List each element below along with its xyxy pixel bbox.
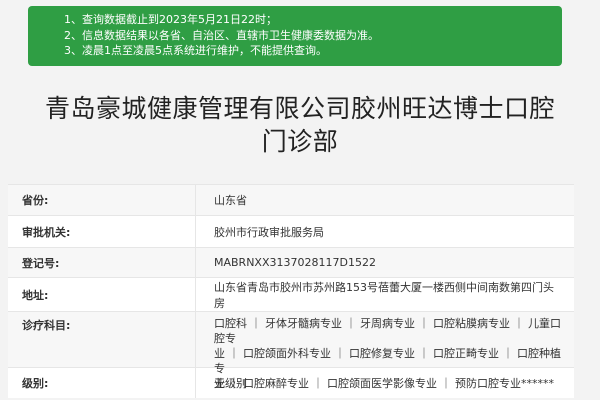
row-label: 地址: bbox=[8, 278, 196, 311]
row-label: 登记号: bbox=[8, 248, 196, 277]
row-value: 胶州市行政审批服务局 bbox=[214, 225, 324, 239]
table-row-approval-authority: 审批机关: 胶州市行政审批服务局 bbox=[8, 215, 574, 247]
notice-banner: 1、查询数据截止到2023年5月21日22时； 2、信息数据结果以各省、自治区、… bbox=[28, 6, 562, 66]
table-row-province: 省份: 山东省 bbox=[8, 184, 574, 215]
row-value: 山东省青岛市胶州市苏州路153号蓓蕾大厦一楼西侧中间南数第四门头房 bbox=[214, 280, 554, 310]
row-value: 无级别 bbox=[214, 377, 247, 390]
departments-line-1: 口腔科 ｜ 牙体牙髓病专业 ｜ 牙周病专业 ｜ 口腔粘膜病专业 ｜ 儿童口腔专 bbox=[214, 317, 561, 345]
row-label: 级别: bbox=[8, 368, 196, 398]
page-title: 青岛豪城健康管理有限公司胶州旺达博士口腔 门诊部 bbox=[0, 92, 600, 158]
notice-line-3: 3、凌晨1点至凌晨5点系统进行维护，不能提供查询。 bbox=[64, 44, 327, 57]
table-row-address: 地址: 山东省青岛市胶州市苏州路153号蓓蕾大厦一楼西侧中间南数第四门头房 bbox=[8, 277, 574, 311]
row-value: 口腔科 ｜ 牙体牙髓病专业 ｜ 牙周病专业 ｜ 口腔粘膜病专业 ｜ 儿童口腔专 … bbox=[196, 312, 574, 390]
notice-line-1: 1、查询数据截止到2023年5月21日22时； bbox=[64, 13, 277, 26]
table-row-level: 级别: 无级别 bbox=[8, 367, 574, 398]
row-label: 诊疗科目: bbox=[8, 312, 196, 367]
row-label: 省份: bbox=[8, 185, 196, 215]
notice-line-2: 2、信息数据结果以各省、自治区、直辖市卫生健康委数据为准。 bbox=[64, 28, 379, 42]
row-value: 山东省 bbox=[214, 194, 247, 207]
page-title-line-2: 门诊部 bbox=[261, 127, 339, 156]
table-row-registration-number: 登记号: MABRNXX3137028117D1522 bbox=[8, 247, 574, 277]
info-table: 省份: 山东省 审批机关: 胶州市行政审批服务局 登记号: MABRNXX313… bbox=[8, 184, 574, 398]
row-value: MABRNXX3137028117D1522 bbox=[214, 256, 376, 269]
table-row-departments: 诊疗科目: 口腔科 ｜ 牙体牙髓病专业 ｜ 牙周病专业 ｜ 口腔粘膜病专业 ｜ … bbox=[8, 311, 574, 390]
row-label: 审批机关: bbox=[8, 216, 196, 247]
page-title-line-1: 青岛豪城健康管理有限公司胶州旺达博士口腔 bbox=[44, 94, 555, 123]
